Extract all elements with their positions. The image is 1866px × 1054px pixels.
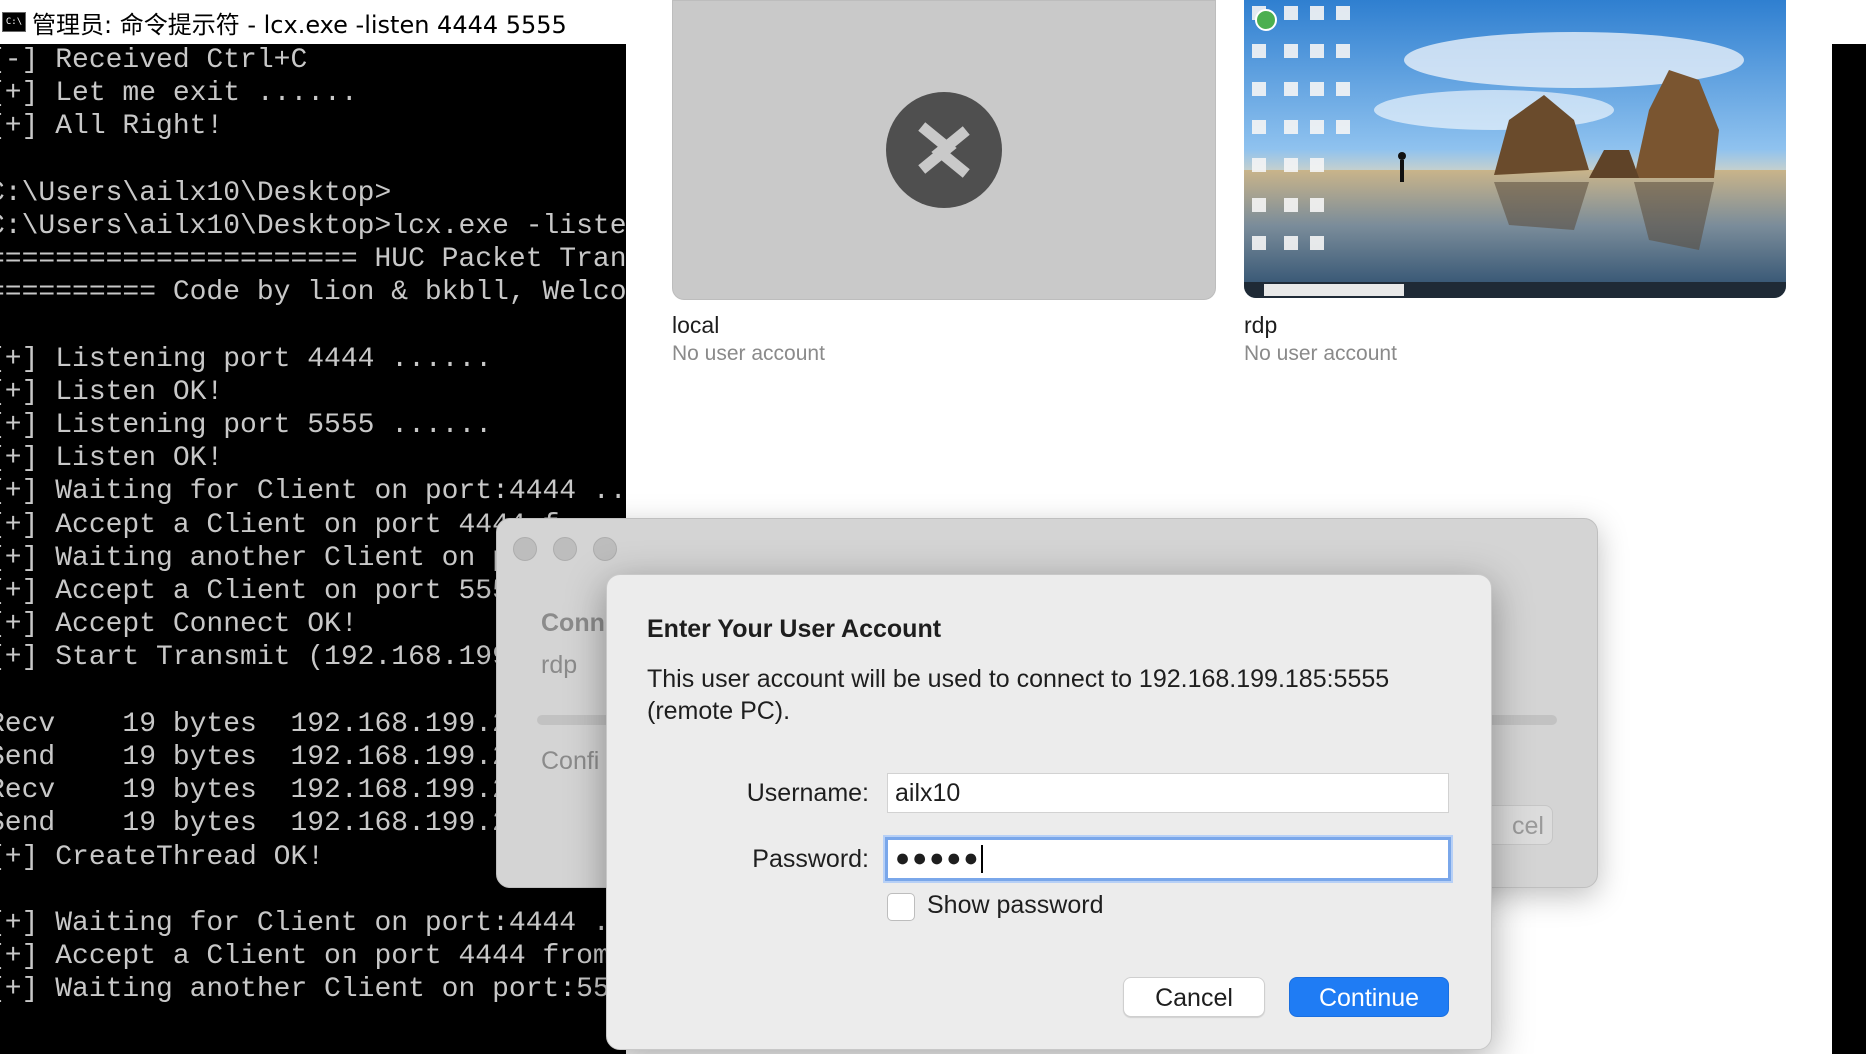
minimize-window-button[interactable]	[553, 537, 577, 561]
text-caret	[980, 845, 983, 874]
pc-name-local[interactable]: local	[672, 312, 719, 339]
dialog-description: This user account will be used to connec…	[647, 665, 1390, 725]
continue-button[interactable]: Continue	[1289, 977, 1449, 1017]
console-line: ====================== HUC Packet Trans	[0, 244, 626, 276]
console-line: [+] Waiting for Client on port:4444 ...	[0, 907, 626, 939]
remote-desktop-preview-image	[1244, 0, 1786, 298]
show-password-label[interactable]: Show password	[927, 891, 1103, 920]
console-line: [+] Accept a Client on port 4444 from 1	[0, 941, 626, 973]
close-window-button[interactable]	[513, 537, 537, 561]
password-mask: ●●●●●	[895, 844, 981, 872]
pc-account-local: No user account	[672, 342, 825, 365]
cmd-titlebar[interactable]: C:\ 管理员: 命令提示符 - lcx.exe -listen 4444 55…	[0, 0, 626, 44]
username-label: Username:	[746, 779, 869, 807]
window-edge-top	[1832, 0, 1866, 44]
console-line: [+] Listening port 5555 ......	[0, 410, 493, 442]
console-line: [-] Received Ctrl+C	[0, 45, 308, 76]
console-line: ========== Code by lion & bkbll, Welcome	[0, 277, 626, 309]
console-line: [+] Waiting another Client on port:5555	[0, 974, 626, 1006]
cmd-title: 管理员: 命令提示符 - lcx.exe -listen 4444 5555	[32, 10, 567, 39]
connecting-title: Conn	[541, 609, 605, 637]
user-account-dialog: Enter Your User Account This user accoun…	[606, 574, 1492, 1050]
cancel-button[interactable]: Cancel	[1123, 977, 1265, 1017]
show-password-checkbox[interactable]	[887, 893, 915, 921]
pc-account-rdp: No user account	[1244, 342, 1397, 365]
pc-name-rdp[interactable]: rdp	[1244, 312, 1277, 339]
pc-thumbnail-local[interactable]	[672, 0, 1216, 300]
dialog-title: Enter Your User Account	[647, 615, 942, 643]
password-label: Password:	[752, 845, 869, 873]
connecting-status: Confi	[541, 747, 600, 775]
zoom-window-button[interactable]	[593, 537, 617, 561]
console-line: [+] Waiting for Client on port:4444 ....…	[0, 476, 626, 508]
console-line: [+] Let me exit ......	[0, 78, 358, 110]
console-line: C:\Users\ailx10\Desktop>	[0, 177, 392, 209]
console-icon: C:\	[2, 12, 26, 32]
window-edge	[1832, 0, 1866, 1054]
console-line: [+] Listen OK!	[0, 443, 224, 475]
password-field[interactable]: ●●●●●	[885, 837, 1451, 881]
connecting-pc-name: rdp	[541, 651, 578, 679]
console-line: C:\Users\ailx10\Desktop>lcx.exe -listen …	[0, 210, 626, 242]
username-value: ailx10	[895, 779, 961, 807]
console-line: [+] Listening port 4444 ......	[0, 343, 493, 375]
console-line: [+] Listen OK!	[0, 376, 224, 408]
console-line: [+] All Right!	[0, 111, 224, 143]
pc-thumbnail-rdp[interactable]	[1244, 0, 1786, 298]
username-field[interactable]: ailx10	[887, 773, 1449, 813]
remote-desktop-logo-icon	[886, 92, 1002, 208]
